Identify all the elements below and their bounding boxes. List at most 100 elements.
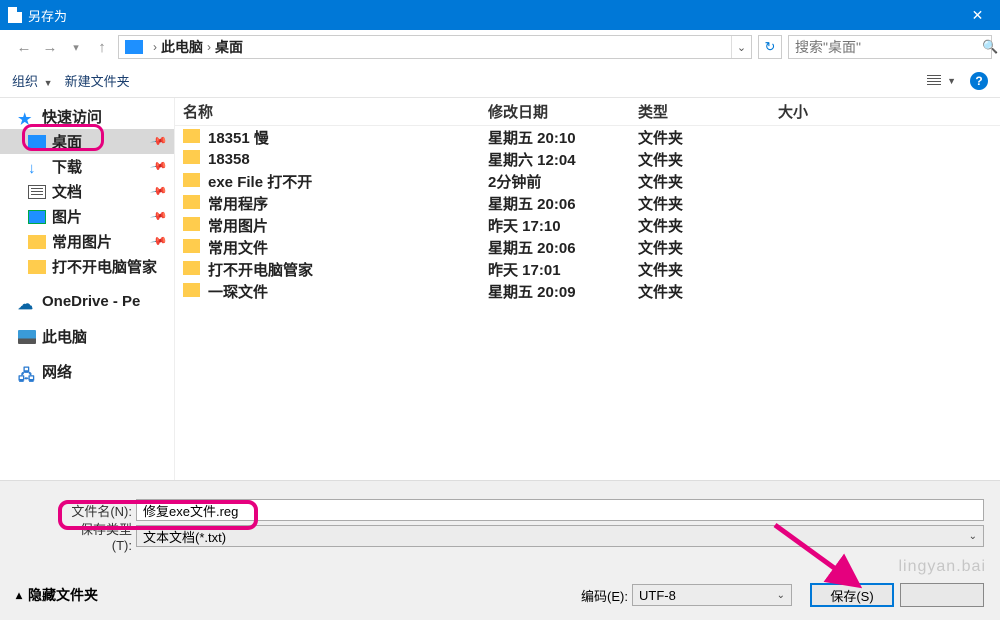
pin-icon: 📌 xyxy=(150,132,169,151)
folder-icon xyxy=(183,217,200,231)
sidebar-documents[interactable]: 文档 📌 xyxy=(0,179,174,204)
folder-icon xyxy=(28,235,46,249)
sidebar-downloads[interactable]: ↓ 下载 📌 xyxy=(0,154,174,179)
sidebar-item-label: 桌面 xyxy=(52,131,82,152)
save-button[interactable]: 保存(S) xyxy=(810,583,894,607)
hide-folders-toggle[interactable]: ▴ 隐藏文件夹 xyxy=(16,585,98,605)
breadcrumb-root[interactable]: 此电脑 xyxy=(161,37,203,57)
view-options-button[interactable]: ▼ xyxy=(927,75,956,87)
chevron-down-icon: ⌄ xyxy=(969,531,977,542)
file-date: 星期六 12:04 xyxy=(480,149,630,170)
chevron-right-icon: › xyxy=(207,40,211,54)
filetype-value: 文本文档(*.txt) xyxy=(143,527,969,546)
search-icon[interactable]: 🔍 xyxy=(982,39,998,55)
bottom-panel: 文件名(N): 保存类型(T): 文本文档(*.txt) ⌄ ▴ 隐藏文件夹 编… xyxy=(0,480,1000,620)
sidebar-onedrive[interactable]: ☁ OneDrive - Pe xyxy=(0,289,174,314)
up-button[interactable]: ↑ xyxy=(92,37,112,57)
sidebar-item-label: 网络 xyxy=(42,361,72,382)
sidebar-item-label: 文档 xyxy=(52,181,82,202)
back-button[interactable]: ← xyxy=(14,37,34,57)
file-date: 昨天 17:10 xyxy=(480,215,630,236)
column-size[interactable]: 大小 xyxy=(770,101,1000,122)
address-bar[interactable]: › 此电脑 › 桌面 ⌄ xyxy=(118,35,752,59)
encoding-label: 编码(E): xyxy=(581,586,628,605)
address-dropdown[interactable]: ⌄ xyxy=(731,36,751,58)
organize-label: 组织 xyxy=(12,74,38,89)
sidebar-item-label: OneDrive - Pe xyxy=(42,293,140,310)
sidebar-common-pictures[interactable]: 常用图片 📌 xyxy=(0,229,174,254)
sidebar: ★ 快速访问 桌面 📌 ↓ 下载 📌 文档 📌 图片 📌 常用图片 📌 xyxy=(0,98,175,480)
caret-up-icon: ▴ xyxy=(16,588,22,602)
sidebar-this-pc[interactable]: 此电脑 xyxy=(0,324,174,349)
file-type: 文件夹 xyxy=(630,259,770,280)
file-type: 文件夹 xyxy=(630,127,770,148)
column-type[interactable]: 类型 xyxy=(630,101,770,122)
encoding-combo[interactable]: UTF-8 ⌄ xyxy=(632,584,792,606)
filename-input[interactable] xyxy=(136,499,984,521)
sidebar-item-label: 打不开电脑管家 xyxy=(52,256,157,277)
footer: ▴ 隐藏文件夹 编码(E): UTF-8 ⌄ 保存(S) xyxy=(0,580,1000,610)
filetype-combo[interactable]: 文本文档(*.txt) ⌄ xyxy=(136,525,984,547)
pin-icon: 📌 xyxy=(150,157,169,176)
file-name: 常用文件 xyxy=(208,240,268,257)
file-name: 打不开电脑管家 xyxy=(208,262,313,279)
filename-row: 文件名(N): xyxy=(0,497,1000,523)
forward-button[interactable]: → xyxy=(40,37,60,57)
main-area: ★ 快速访问 桌面 📌 ↓ 下载 📌 文档 📌 图片 📌 常用图片 📌 xyxy=(0,98,1000,480)
window-title: 另存为 xyxy=(28,6,955,25)
sidebar-quick-access[interactable]: ★ 快速访问 xyxy=(0,104,174,129)
search-box[interactable]: 🔍 xyxy=(788,35,992,59)
search-input[interactable] xyxy=(789,39,982,55)
file-row[interactable]: 常用文件星期五 20:06文件夹 xyxy=(175,236,1000,258)
address-row: ← → ▾ ↑ › 此电脑 › 桌面 ⌄ ↻ 🔍 xyxy=(0,30,1000,64)
column-date[interactable]: 修改日期 xyxy=(480,101,630,122)
folder-icon xyxy=(183,195,200,209)
file-name: exe File 打不开 xyxy=(208,174,312,191)
file-name: 常用图片 xyxy=(208,218,268,235)
file-list-body: 18351 慢星期五 20:10文件夹18358星期六 12:04文件夹exe … xyxy=(175,126,1000,302)
sidebar-desktop[interactable]: 桌面 📌 xyxy=(0,129,174,154)
document-icon xyxy=(28,185,46,199)
file-row[interactable]: 18358星期六 12:04文件夹 xyxy=(175,148,1000,170)
download-icon: ↓ xyxy=(28,160,46,174)
desktop-icon xyxy=(125,40,143,54)
organize-button[interactable]: 组织 ▼ xyxy=(12,71,53,90)
picture-icon xyxy=(28,210,46,224)
file-row[interactable]: 一琛文件星期五 20:09文件夹 xyxy=(175,280,1000,302)
network-icon: 🖧 xyxy=(18,365,36,379)
folder-icon xyxy=(183,129,200,143)
breadcrumb-current[interactable]: 桌面 xyxy=(215,37,243,57)
filetype-row: 保存类型(T): 文本文档(*.txt) ⌄ xyxy=(0,523,1000,549)
file-date: 星期五 20:09 xyxy=(480,281,630,302)
hide-folders-label: 隐藏文件夹 xyxy=(28,585,98,605)
pin-icon: 📌 xyxy=(150,182,169,201)
pc-icon xyxy=(18,330,36,344)
file-row[interactable]: 18351 慢星期五 20:10文件夹 xyxy=(175,126,1000,148)
toolbar: 组织 ▼ 新建文件夹 ▼ ? xyxy=(0,64,1000,98)
recent-dropdown[interactable]: ▾ xyxy=(66,37,86,57)
close-button[interactable]: ✕ xyxy=(955,0,1000,30)
folder-icon xyxy=(183,283,200,297)
file-row[interactable]: exe File 打不开2分钟前文件夹 xyxy=(175,170,1000,192)
file-row[interactable]: 打不开电脑管家昨天 17:01文件夹 xyxy=(175,258,1000,280)
column-name[interactable]: 名称 xyxy=(175,101,480,122)
desktop-icon xyxy=(28,135,46,149)
chevron-down-icon: ▼ xyxy=(44,78,53,88)
help-button[interactable]: ? xyxy=(970,72,988,90)
folder-icon xyxy=(28,260,46,274)
encoding-value: UTF-8 xyxy=(639,588,777,603)
cancel-button[interactable] xyxy=(900,583,984,607)
refresh-button[interactable]: ↻ xyxy=(758,35,782,59)
file-row[interactable]: 常用程序星期五 20:06文件夹 xyxy=(175,192,1000,214)
file-row[interactable]: 常用图片昨天 17:10文件夹 xyxy=(175,214,1000,236)
sidebar-network[interactable]: 🖧 网络 xyxy=(0,359,174,384)
sidebar-pictures[interactable]: 图片 📌 xyxy=(0,204,174,229)
file-type: 文件夹 xyxy=(630,237,770,258)
new-folder-button[interactable]: 新建文件夹 xyxy=(65,71,130,90)
file-type: 文件夹 xyxy=(630,281,770,302)
chevron-right-icon: › xyxy=(153,40,157,54)
list-icon xyxy=(927,75,941,87)
sidebar-item-label: 快速访问 xyxy=(42,106,102,127)
filename-label: 文件名(N): xyxy=(62,501,132,520)
sidebar-cant-open[interactable]: 打不开电脑管家 xyxy=(0,254,174,279)
